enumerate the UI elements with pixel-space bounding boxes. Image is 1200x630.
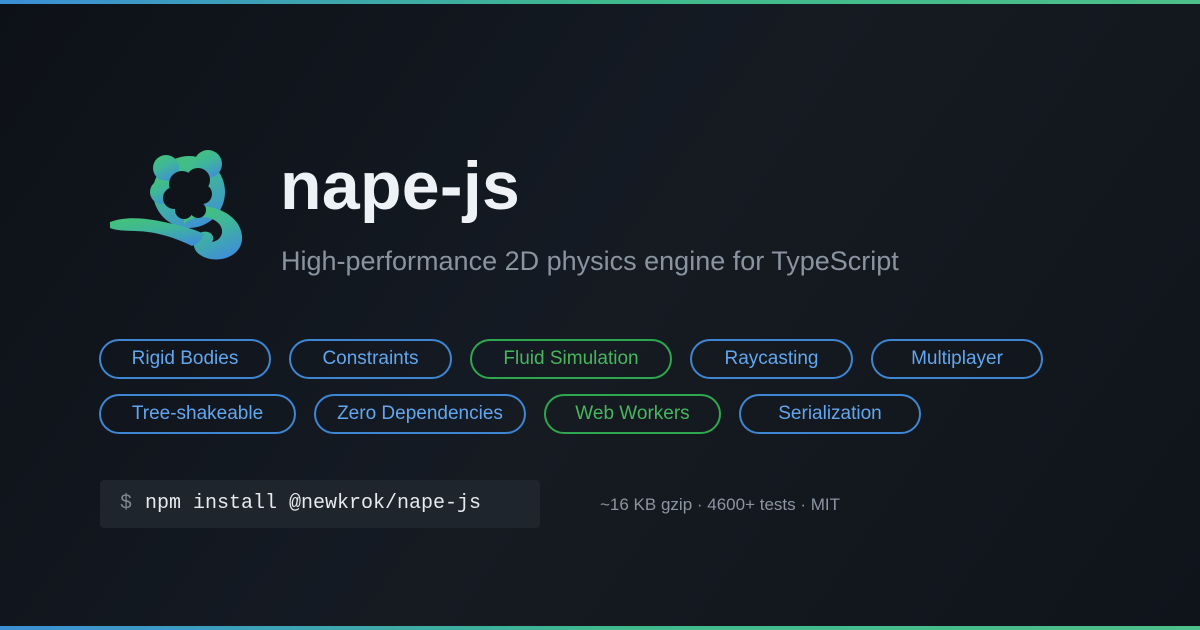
top-accent-bar (0, 0, 1200, 4)
feature-tag: Constraints (289, 339, 452, 379)
feature-tag: Raycasting (690, 339, 853, 379)
install-command-box[interactable]: $ npm install @newkrok/nape-js (100, 480, 540, 528)
feature-tag: Zero Dependencies (314, 394, 526, 434)
feature-tag: Rigid Bodies (99, 339, 271, 379)
project-tagline: High-performance 2D physics engine for T… (281, 246, 899, 276)
feature-tag: Serialization (739, 394, 921, 434)
package-stats: ~16 KB gzip · 4600+ tests · MIT (600, 495, 841, 514)
feature-tag: Multiplayer (871, 339, 1043, 379)
shell-prompt: $ (120, 492, 133, 515)
feature-tags-row-1: Rigid Bodies Constraints Fluid Simulatio… (99, 339, 1099, 379)
feature-tag: Tree-shakeable (99, 394, 296, 434)
feature-tags-row-2: Tree-shakeable Zero Dependencies Web Wor… (99, 394, 1099, 434)
monkey-head-logo-icon (106, 140, 252, 264)
bottom-accent-bar (0, 626, 1200, 630)
install-command[interactable]: npm install @newkrok/nape-js (145, 480, 481, 528)
project-title: nape-js (280, 148, 521, 224)
feature-tag: Web Workers (544, 394, 721, 434)
feature-tag: Fluid Simulation (470, 339, 672, 379)
